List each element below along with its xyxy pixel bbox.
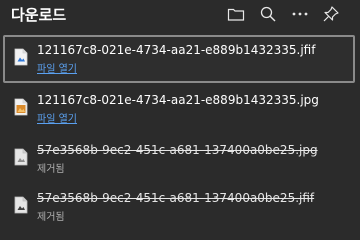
download-filename: 57e3568b-9ec2-451c-a681-137400a0be25.jfi… (37, 191, 315, 205)
download-filename: 57e3568b-9ec2-451c-a681-137400a0be25.jpg (37, 143, 318, 157)
panel-title: 다운로드 (11, 6, 67, 24)
removed-status: 제거됨 (37, 164, 65, 175)
pin-icon[interactable] (321, 4, 341, 24)
download-filename: 121167c8-021e-4734-aa21-e889b1432335.jfi… (37, 43, 316, 57)
downloads-header: 다운로드 (0, 0, 360, 30)
more-icon[interactable] (290, 4, 310, 24)
image-file-icon (14, 48, 28, 66)
download-filename: 121167c8-021e-4734-aa21-e889b1432335.jpg (37, 93, 319, 107)
image-file-icon (14, 196, 28, 214)
download-item[interactable]: 121167c8-021e-4734-aa21-e889b1432335.jpg… (3, 85, 355, 133)
search-icon[interactable] (258, 4, 278, 24)
download-item[interactable]: 57e3568b-9ec2-451c-a681-137400a0be25.jpg… (3, 135, 355, 183)
image-file-icon (14, 98, 28, 116)
download-item[interactable]: 57e3568b-9ec2-451c-a681-137400a0be25.jfi… (3, 183, 355, 231)
download-item[interactable]: 121167c8-021e-4734-aa21-e889b1432335.jfi… (3, 35, 355, 83)
open-file-link[interactable]: 파일 열기 (37, 60, 77, 75)
folder-icon[interactable] (226, 4, 246, 24)
image-file-icon (14, 148, 28, 166)
removed-status: 제거됨 (37, 212, 65, 223)
open-file-link[interactable]: 파일 열기 (37, 110, 77, 125)
downloads-panel: 다운로드 121167c8-021e-4734-aa21-e889b143233… (0, 0, 360, 234)
